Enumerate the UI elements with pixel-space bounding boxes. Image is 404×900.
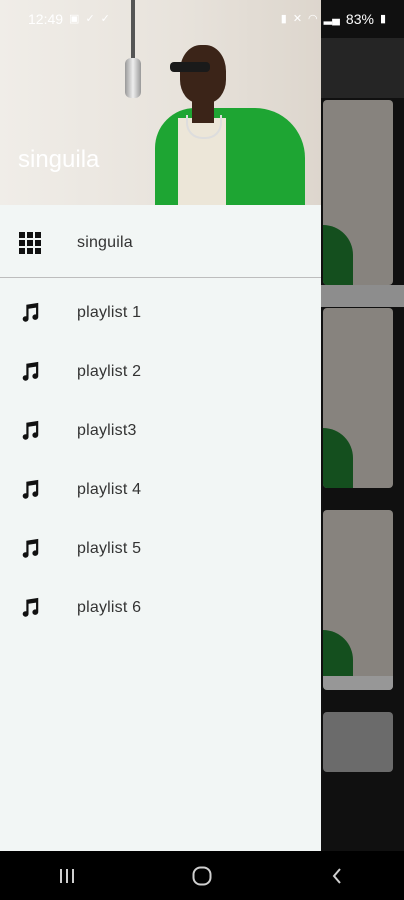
menu-item-playlist3[interactable]: playlist3 — [0, 401, 321, 460]
apps-grid-icon — [18, 231, 42, 255]
home-icon — [192, 866, 212, 885]
menu-item-label: playlist 5 — [77, 539, 142, 557]
music-note-icon — [18, 478, 42, 502]
menu-item-label: playlist 2 — [77, 362, 142, 380]
recents-button[interactable] — [37, 856, 97, 896]
music-note-icon — [18, 301, 42, 325]
music-note-icon — [18, 596, 42, 620]
drawer-menu: singuila playlist 1 playlist 2 playlist3 — [0, 205, 321, 637]
battery-icon: ▮ — [379, 12, 386, 25]
clipboard-icon: ▮ — [280, 12, 287, 25]
battery-percent: 83% — [345, 11, 374, 27]
navigation-drawer: singuila singuila playlist 1 playlist 2 — [0, 0, 321, 851]
menu-item-playlist-6[interactable]: playlist 6 — [0, 578, 321, 637]
drawer-header-title: singuila — [18, 146, 100, 173]
menu-item-playlist-4[interactable]: playlist 4 — [0, 460, 321, 519]
status-time: 12:49 — [28, 11, 64, 27]
menu-divider — [0, 277, 321, 278]
menu-item-label: playlist 6 — [77, 598, 142, 616]
back-icon — [332, 867, 341, 884]
system-nav-bar — [0, 851, 404, 900]
menu-item-playlist-2[interactable]: playlist 2 — [0, 342, 321, 401]
menu-item-playlist-1[interactable]: playlist 1 — [0, 283, 321, 342]
menu-item-label: playlist3 — [77, 421, 137, 439]
mute-icon: ✕ — [292, 12, 303, 25]
signal-icon: ▂▄ — [323, 12, 340, 25]
status-bar: 12:49 ▣ ✓ ✓ ▮ ✕ ◠ ▂▄ 83% ▮ — [0, 0, 404, 38]
music-note-icon — [18, 360, 42, 384]
back-button[interactable] — [307, 856, 367, 896]
check-icon: ✓ — [100, 12, 110, 25]
menu-item-singuila[interactable]: singuila — [0, 213, 321, 272]
check-icon: ✓ — [85, 12, 95, 25]
menu-item-label: playlist 1 — [77, 303, 142, 321]
menu-item-label: playlist 4 — [77, 480, 142, 498]
gallery-icon: ▣ — [69, 12, 80, 25]
recents-icon — [60, 868, 75, 883]
home-button[interactable] — [172, 856, 232, 896]
menu-item-label: singuila — [77, 233, 133, 251]
music-note-icon — [18, 419, 42, 443]
wifi-icon: ◠ — [308, 12, 318, 25]
menu-item-playlist-5[interactable]: playlist 5 — [0, 519, 321, 578]
music-note-icon — [18, 537, 42, 561]
